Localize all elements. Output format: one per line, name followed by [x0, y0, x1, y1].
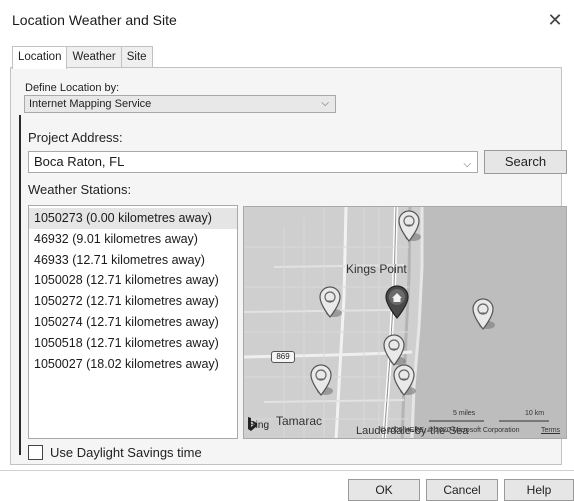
map-city-label: Tamarac: [276, 414, 323, 428]
map-copyright: © 2020 HERE, © 2020 Microsoft Corporatio…: [380, 427, 520, 434]
chevron-down-icon[interactable]: ⌵: [463, 155, 471, 175]
footer-divider: [0, 470, 574, 471]
weather-station-pin-icon[interactable]: [317, 285, 343, 319]
weather-stations-label: Weather Stations:: [28, 182, 132, 197]
define-location-label: Define Location by:: [25, 82, 120, 94]
weather-stations-list[interactable]: 1050273 (0.00 kilometres away) 46932 (9.…: [28, 205, 238, 439]
daylight-savings-label: Use Daylight Savings time: [50, 444, 202, 460]
station-item[interactable]: 1050518 (12.71 kilometres away): [29, 333, 237, 354]
search-button[interactable]: Search: [484, 150, 567, 174]
map-scale-km: 10 km: [525, 410, 545, 417]
project-address-value: Boca Raton, FL: [34, 154, 125, 169]
station-map[interactable]: Kings Point Tamarac Lauderdale-by-the-Se…: [243, 206, 567, 439]
home-pin-icon[interactable]: [384, 285, 410, 319]
road-shield: 869: [271, 351, 295, 363]
group-divider: [19, 115, 21, 455]
map-scale-miles: 5 miles: [453, 410, 476, 417]
weather-station-pin-icon[interactable]: [396, 209, 422, 243]
station-item[interactable]: 1050273 (0.00 kilometres away): [29, 208, 237, 229]
tab-location[interactable]: Location: [12, 46, 68, 69]
bing-logo: Bing: [247, 417, 269, 433]
station-item[interactable]: 1050028 (12.71 kilometres away): [29, 270, 237, 291]
tab-weather[interactable]: Weather: [66, 46, 122, 68]
project-address-label: Project Address:: [28, 130, 123, 145]
window-title: Location Weather and Site: [12, 12, 177, 28]
station-item[interactable]: 46932 (9.01 kilometres away): [29, 229, 237, 250]
cancel-button[interactable]: Cancel: [426, 479, 498, 501]
weather-station-pin-icon[interactable]: [470, 297, 496, 331]
weather-station-pin-icon[interactable]: [381, 333, 407, 367]
map-terms-link[interactable]: Terms: [541, 427, 560, 434]
project-address-input[interactable]: Boca Raton, FL ⌵: [28, 151, 478, 173]
station-item[interactable]: 46933 (12.71 kilometres away): [29, 250, 237, 271]
define-location-value: Internet Mapping Service: [29, 98, 152, 110]
tab-strip: Location Weather Site: [12, 46, 153, 69]
weather-station-pin-icon[interactable]: [391, 363, 417, 397]
title-bar: Location Weather and Site ✕: [0, 0, 574, 40]
tab-site[interactable]: Site: [120, 46, 153, 68]
daylight-savings-checkbox[interactable]: [28, 444, 43, 460]
bing-icon: [248, 417, 257, 431]
define-location-select[interactable]: Internet Mapping Service ⌵: [24, 95, 336, 113]
ok-button[interactable]: OK: [348, 479, 420, 501]
daylight-savings-option[interactable]: Use Daylight Savings time: [28, 443, 202, 461]
close-icon[interactable]: ✕: [542, 8, 568, 32]
station-item[interactable]: 1050027 (18.02 kilometres away): [29, 354, 237, 375]
help-button[interactable]: Help: [504, 479, 574, 501]
weather-station-pin-icon[interactable]: [308, 363, 334, 397]
station-item[interactable]: 1050272 (12.71 kilometres away): [29, 291, 237, 312]
map-city-label: Kings Point: [346, 262, 407, 276]
station-item[interactable]: 1050274 (12.71 kilometres away): [29, 312, 237, 333]
chevron-down-icon: ⌵: [321, 98, 329, 109]
